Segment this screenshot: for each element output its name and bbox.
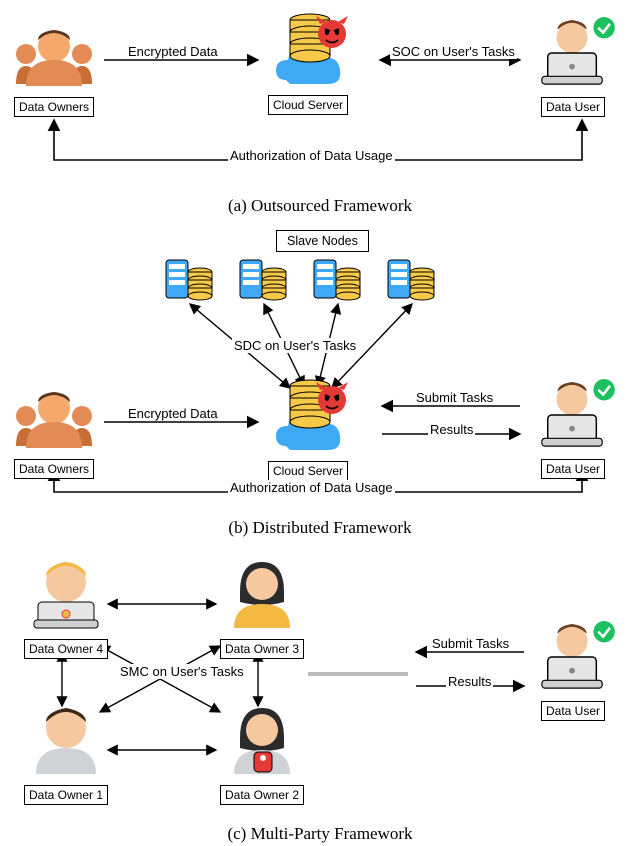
edge-authorization: Authorization of Data Usage <box>228 480 395 495</box>
person-laptop-icon <box>30 558 102 630</box>
data-owner-3-entity: Data Owner 3 <box>220 558 304 659</box>
data-user-entity: Data User <box>528 380 618 479</box>
data-owners-label: Data Owners <box>14 459 94 479</box>
data-user-label: Data User <box>541 97 605 117</box>
edge-submit-tasks: Submit Tasks <box>414 390 495 405</box>
data-user-icon <box>528 380 618 450</box>
data-owners-entity: Data Owners <box>14 386 94 479</box>
section-outsourced: Data Owners Cloud Server Data User Encry… <box>0 0 640 230</box>
edge-authorization: Authorization of Data Usage <box>228 148 395 163</box>
edge-sdc: SDC on User's Tasks <box>232 338 358 353</box>
data-user-icon <box>528 18 618 88</box>
data-owner-1-entity: Data Owner 1 <box>24 704 108 805</box>
edge-soc: SOC on User's Tasks <box>390 44 517 59</box>
server-rack-icon <box>240 256 288 304</box>
data-user-entity: Data User <box>528 622 618 721</box>
edge-encrypted-data: Encrypted Data <box>126 406 220 421</box>
person-icon <box>226 558 298 630</box>
person-icon <box>30 704 102 776</box>
data-owner-2-label: Data Owner 2 <box>220 785 304 805</box>
slave-node-3 <box>314 256 362 309</box>
data-owner-1-label: Data Owner 1 <box>24 785 108 805</box>
person-watch-icon <box>226 704 298 776</box>
data-owner-3-label: Data Owner 3 <box>220 639 304 659</box>
section-distributed: Slave Nodes Data Owners Cloud Server Dat… <box>0 230 640 540</box>
data-owner-4-entity: Data Owner 4 <box>24 558 108 659</box>
caption-b: (b) Distributed Framework <box>0 518 640 538</box>
cloud-server-entity: Cloud Server <box>268 14 348 115</box>
edge-submit-tasks: Submit Tasks <box>430 636 511 651</box>
data-user-icon <box>528 622 618 692</box>
slave-node-2 <box>240 256 288 309</box>
data-owner-4-label: Data Owner 4 <box>24 639 108 659</box>
data-owners-icon <box>14 386 94 450</box>
slave-node-1 <box>166 256 214 309</box>
data-user-entity: Data User <box>528 18 618 117</box>
edge-smc: SMC on User's Tasks <box>118 664 246 679</box>
edge-encrypted-data: Encrypted Data <box>126 44 220 59</box>
data-user-label: Data User <box>541 459 605 479</box>
server-rack-icon <box>388 256 436 304</box>
data-owners-entity: Data Owners <box>14 24 94 117</box>
edge-results: Results <box>446 674 493 689</box>
edge-results: Results <box>428 422 475 437</box>
server-rack-icon <box>314 256 362 304</box>
data-user-label: Data User <box>541 701 605 721</box>
caption-c: (c) Multi-Party Framework <box>0 824 640 844</box>
slave-nodes-label: Slave Nodes <box>276 230 369 252</box>
cloud-server-label: Cloud Server <box>268 95 348 115</box>
caption-a: (a) Outsourced Framework <box>0 196 640 216</box>
server-rack-icon <box>166 256 214 304</box>
section-multiparty: Data Owner 4 Data Owner 3 Data Owner 1 D… <box>0 540 640 846</box>
data-owners-icon <box>14 24 94 88</box>
data-owner-2-entity: Data Owner 2 <box>220 704 304 805</box>
data-owners-label: Data Owners <box>14 97 94 117</box>
cloud-server-label: Cloud Server <box>268 461 348 481</box>
cloud-server-icon <box>268 380 348 452</box>
slave-node-4 <box>388 256 436 309</box>
cloud-server-icon <box>268 14 348 86</box>
cloud-server-entity: Cloud Server <box>268 380 348 481</box>
